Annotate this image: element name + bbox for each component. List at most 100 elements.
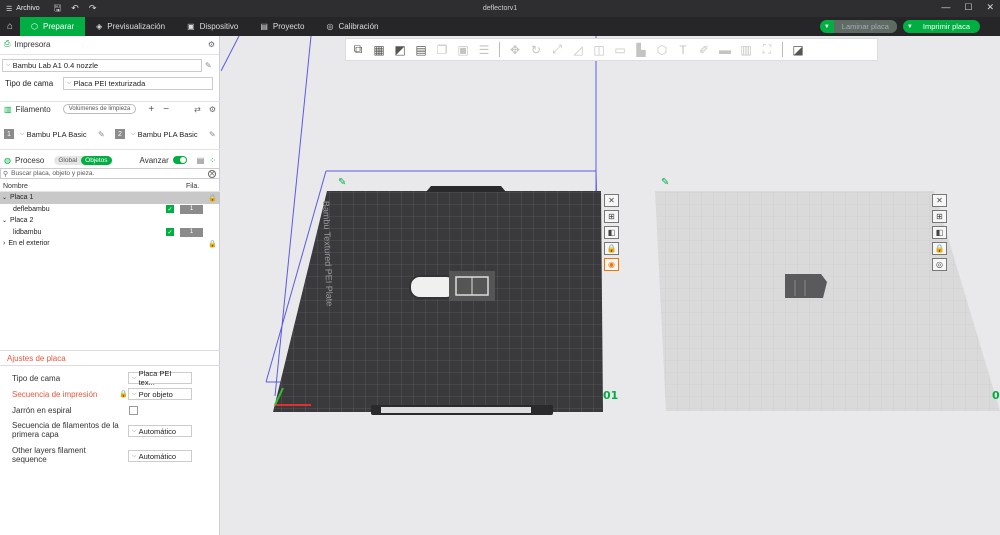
lay-flat-icon[interactable]: ◿ xyxy=(568,40,588,59)
compare-icon[interactable]: ▤ xyxy=(197,156,205,165)
copy-icon[interactable]: ❐ xyxy=(432,40,452,59)
search-bar[interactable]: ⚲ Buscar placa, objeto y pieza. ✕ xyxy=(0,168,220,179)
print-plate-label: Imprimir placa xyxy=(922,22,970,31)
global-objects-switch[interactable]: Global Objetos xyxy=(54,155,112,165)
tree-row-plate-1[interactable]: ⌄ Placa 1 🔒 xyxy=(0,192,220,204)
edit-icon[interactable]: ✎ xyxy=(98,130,105,139)
home-icon[interactable]: ⌂ xyxy=(0,17,20,36)
close-icon[interactable]: ✕ xyxy=(986,2,994,13)
boolean-icon[interactable]: ▭ xyxy=(610,40,630,59)
scale-icon[interactable]: ⤢ xyxy=(547,40,567,59)
other-layers-sequence-setting[interactable]: ⌵ Automático xyxy=(128,450,192,462)
3d-viewport[interactable]: Bambu Textured PEI Plate ✎ ✎ ⧉ ▦ ◩ ▤ ❐ ▣… xyxy=(221,36,1000,535)
support-paint-icon[interactable]: ▙ xyxy=(631,40,651,59)
search-placeholder: Buscar placa, objeto y pieza. xyxy=(11,170,95,177)
print-plate-button[interactable]: ▼ Imprimir placa xyxy=(902,20,980,33)
paste-icon[interactable]: ▣ xyxy=(453,40,473,59)
setting-value: Automático xyxy=(138,451,177,461)
lock-plate-icon[interactable]: 🔒 xyxy=(604,242,619,255)
edit-icon[interactable]: ✎ xyxy=(209,130,216,139)
filament-index[interactable]: 1 xyxy=(180,227,203,237)
view-icon[interactable]: ◪ xyxy=(788,40,808,59)
visible-checkbox[interactable]: ✓ xyxy=(166,205,174,214)
arrange-plate-icon[interactable]: ⊞ xyxy=(932,210,947,223)
split-icon[interactable]: ⛶ xyxy=(757,40,777,59)
delete-plate-icon[interactable]: ✕ xyxy=(932,194,947,207)
tree-row-outside[interactable]: › En el exterior 🔒 xyxy=(0,238,220,250)
tab-previsualizacion[interactable]: ◈ Previsualización xyxy=(85,17,176,36)
tree-row-plate-2[interactable]: ⌄ Placa 2 xyxy=(0,215,220,227)
spiral-vase-checkbox[interactable] xyxy=(129,406,138,415)
add-object-icon[interactable]: ⧉ xyxy=(348,40,368,59)
filament-index[interactable]: 1 xyxy=(180,204,203,214)
print-sequence-setting[interactable]: ⌵ Por objeto xyxy=(128,388,192,400)
tree-row-lidbambu[interactable]: lidbambu ✓ 1 xyxy=(0,227,220,239)
orient-plate-icon[interactable]: ◧ xyxy=(932,226,947,239)
tree-row-deflebambu[interactable]: deflebambu ✓ 1 xyxy=(0,204,220,216)
color-paint-icon[interactable]: ✐ xyxy=(694,40,714,59)
rotate-icon[interactable]: ↻ xyxy=(526,40,546,59)
text-icon[interactable]: T xyxy=(673,40,693,59)
chevron-down-icon[interactable]: ▼ xyxy=(903,20,917,33)
maximize-icon[interactable]: ☐ xyxy=(964,2,972,13)
slice-plate-button[interactable]: ▼ Laminar placa xyxy=(819,20,897,33)
setting-label: Secuencia de impresión xyxy=(12,390,98,399)
lock-plate-icon[interactable]: 🔒 xyxy=(932,242,947,255)
tab-proyecto[interactable]: ▤ Proyecto xyxy=(249,17,315,36)
plate-icon[interactable]: ▤ xyxy=(411,40,431,59)
plate-settings-icon[interactable]: ◎ xyxy=(932,258,947,271)
printer-select[interactable]: ⌵ Bambu Lab A1 0.4 nozzle xyxy=(2,59,202,72)
redo-icon[interactable]: ↷ xyxy=(89,3,97,14)
scene-canvas[interactable]: Bambu Textured PEI Plate ✎ ✎ xyxy=(221,36,1000,535)
cut-icon[interactable]: ◫ xyxy=(589,40,609,59)
filament-slot-2-select[interactable]: ⌵ Bambu PLA Basic xyxy=(128,128,206,141)
undo-icon[interactable]: ↶ xyxy=(71,3,79,14)
chevron-down-icon: ⌵ xyxy=(132,374,137,381)
seam-icon[interactable]: ⬡ xyxy=(652,40,672,59)
grid-icon[interactable]: ⁘ xyxy=(209,156,216,165)
chevron-down-icon[interactable]: ⌄ xyxy=(0,194,7,201)
move-icon[interactable]: ✥ xyxy=(505,40,525,59)
arrange-grid-icon[interactable]: ▦ xyxy=(369,40,389,59)
assembly-icon[interactable]: ▥ xyxy=(736,40,756,59)
plate-settings-icon[interactable]: ◉ xyxy=(604,258,619,271)
edit-icon[interactable]: ✎ xyxy=(205,61,212,70)
orient-icon[interactable]: ◩ xyxy=(390,40,410,59)
orient-plate-icon[interactable]: ◧ xyxy=(604,226,619,239)
chevron-right-icon[interactable]: › xyxy=(0,240,5,247)
bed-type-select[interactable]: ⌵ Placa PEI texturizada xyxy=(63,77,213,90)
lock-icon[interactable]: 🔒 xyxy=(119,390,128,398)
first-layer-sequence-setting[interactable]: ⌵ Automático xyxy=(128,425,192,437)
arrange-plate-icon[interactable]: ⊞ xyxy=(604,210,619,223)
clear-search-icon[interactable]: ✕ xyxy=(208,169,216,178)
lock-icon[interactable]: 🔒 xyxy=(208,194,217,202)
bed-type-setting[interactable]: ⌵ Placa PEI tex... xyxy=(128,369,192,387)
tab-calibracion[interactable]: ◎ Calibración xyxy=(315,17,389,36)
list-icon[interactable]: ☰ xyxy=(474,40,494,59)
minimize-icon[interactable]: — xyxy=(941,2,950,13)
chevron-down-icon[interactable]: ▼ xyxy=(820,20,834,33)
filament-section-header: ▥ Filamento Volúmenes de limpieza + − ⇄ … xyxy=(0,102,220,116)
visible-checkbox[interactable]: ✓ xyxy=(166,228,174,237)
remove-icon[interactable]: − xyxy=(163,104,169,115)
objects-option[interactable]: Objetos xyxy=(81,155,112,165)
edit-plate-2-icon: ✎ xyxy=(661,177,669,188)
add-icon[interactable]: + xyxy=(148,104,154,115)
file-menu[interactable]: ☰ Archivo xyxy=(0,5,40,13)
save-icon[interactable]: 🖫 xyxy=(54,1,62,17)
tab-preparar[interactable]: ⬡ Preparar xyxy=(20,17,86,36)
settings-icon[interactable]: ⚙ xyxy=(209,105,216,114)
tab-dispositivo[interactable]: ▣ Dispositivo xyxy=(176,17,249,36)
settings-icon[interactable]: ⚙ xyxy=(208,40,215,49)
filament-slot-1-select[interactable]: ⌵ Bambu PLA Basic xyxy=(17,128,95,141)
advanced-toggle[interactable] xyxy=(172,156,187,164)
global-option[interactable]: Global xyxy=(54,156,81,165)
chevron-down-icon[interactable]: ⌄ xyxy=(0,217,7,224)
section-title: Proceso xyxy=(14,155,45,165)
sync-icon[interactable]: ⇄ xyxy=(194,105,201,114)
measure-icon[interactable]: ▬ xyxy=(715,40,735,59)
delete-plate-icon[interactable]: ✕ xyxy=(604,194,619,207)
lock-icon[interactable]: 🔒 xyxy=(208,240,217,248)
plate-1-number: 01 xyxy=(603,389,619,402)
flush-volumes-button[interactable]: Volúmenes de limpieza xyxy=(62,104,137,114)
